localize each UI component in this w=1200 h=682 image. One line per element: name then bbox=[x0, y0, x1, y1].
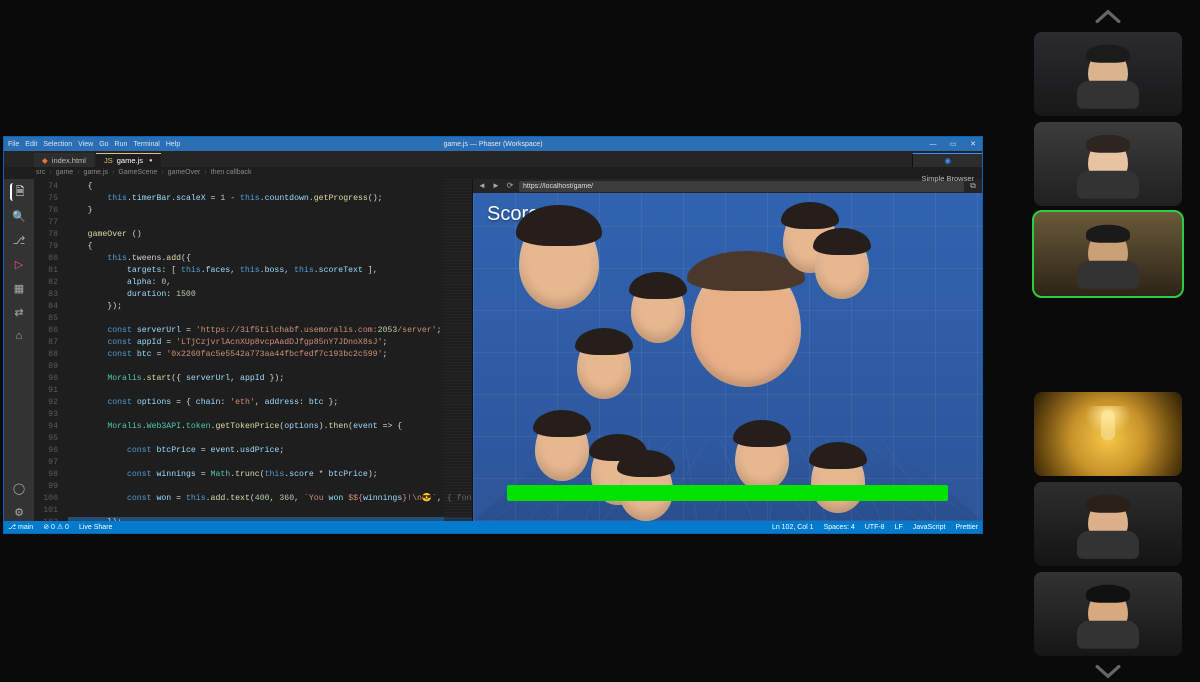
shared-screen-vscode: File Edit Selection View Go Run Terminal… bbox=[3, 136, 983, 534]
timer-bar bbox=[507, 485, 948, 501]
tab-label: Simple Browser bbox=[921, 172, 974, 186]
breadcrumb[interactable]: src› game› game.js› GameScene› gameOver›… bbox=[4, 167, 982, 179]
account-icon[interactable]: ◯ bbox=[10, 479, 28, 497]
activity-bar: 🗎 🔍 ⎇ ▷ ▦ ⇄ ⌂ ◯ ⚙ bbox=[4, 179, 34, 521]
menu-run[interactable]: Run bbox=[115, 141, 128, 148]
js-file-icon: ◆ bbox=[42, 154, 48, 168]
enemy-face[interactable] bbox=[631, 277, 685, 343]
participant-tile-active-speaker[interactable] bbox=[1034, 212, 1182, 296]
participant-tile[interactable] bbox=[1034, 572, 1182, 656]
participant-tile[interactable] bbox=[1034, 32, 1182, 116]
browser-url-input[interactable] bbox=[519, 181, 964, 192]
live-share-icon[interactable]: ⇄ bbox=[10, 303, 28, 321]
participants-scroll-up[interactable] bbox=[1034, 6, 1182, 26]
boss-face[interactable] bbox=[691, 261, 801, 387]
minimap[interactable] bbox=[444, 179, 472, 521]
participants-scroll-down[interactable] bbox=[1034, 662, 1182, 682]
status-eol[interactable]: LF bbox=[895, 524, 903, 531]
game-canvas[interactable]: Score: 0 bbox=[473, 193, 982, 521]
enemy-face[interactable] bbox=[577, 333, 631, 399]
tab-label: index.html bbox=[52, 154, 86, 168]
menu-terminal[interactable]: Terminal bbox=[133, 141, 159, 148]
search-icon[interactable]: 🔍 bbox=[10, 207, 28, 225]
menu-edit[interactable]: Edit bbox=[25, 141, 37, 148]
window-close-button[interactable]: ✕ bbox=[966, 140, 980, 148]
enemy-face[interactable] bbox=[811, 447, 865, 513]
menu-go[interactable]: Go bbox=[99, 141, 108, 148]
status-language[interactable]: JavaScript bbox=[913, 524, 946, 531]
window-buttons: — ▭ ✕ bbox=[926, 137, 980, 151]
status-problems[interactable]: ⊘ 0 ⚠ 0 bbox=[43, 523, 69, 531]
editor-tab-strip: ◆ index.html JS game.js ◉ Simple Browser… bbox=[4, 151, 982, 167]
participant-gap bbox=[1034, 302, 1182, 386]
participant-tile[interactable] bbox=[1034, 122, 1182, 206]
status-prettier[interactable]: Prettier bbox=[955, 524, 978, 531]
crumb[interactable]: game bbox=[56, 169, 74, 176]
enemy-face[interactable] bbox=[815, 233, 869, 299]
status-cursor[interactable]: Ln 102, Col 1 bbox=[772, 524, 814, 531]
participant-tile[interactable] bbox=[1034, 482, 1182, 566]
js-file-icon: JS bbox=[104, 154, 113, 168]
files-icon[interactable]: 🗎 bbox=[10, 183, 28, 201]
tab-game-js[interactable]: JS game.js bbox=[96, 153, 161, 167]
crumb[interactable]: GameScene bbox=[118, 169, 157, 176]
enemy-face[interactable] bbox=[519, 213, 599, 309]
window-minimize-button[interactable]: — bbox=[926, 141, 940, 148]
window-maximize-button[interactable]: ▭ bbox=[946, 140, 960, 148]
app-menu[interactable]: File Edit Selection View Go Run Terminal… bbox=[8, 137, 180, 151]
status-encoding[interactable]: UTF-8 bbox=[865, 524, 885, 531]
status-indent[interactable]: Spaces: 4 bbox=[824, 524, 855, 531]
simple-browser-pane: ◄ ► ⟳ ⧉ Score: 0 bbox=[472, 179, 982, 521]
browser-back-button[interactable]: ◄ bbox=[477, 181, 487, 191]
tab-label: game.js bbox=[117, 154, 143, 168]
status-branch[interactable]: ⎇ main bbox=[8, 523, 33, 531]
tab-index-html[interactable]: ◆ index.html bbox=[34, 153, 94, 167]
code-area[interactable]: { this.timerBar.scaleX = 1 - this.countd… bbox=[62, 179, 472, 521]
status-liveshare[interactable]: Live Share bbox=[79, 524, 112, 531]
chevron-down-icon bbox=[1095, 664, 1121, 680]
crumb[interactable]: gameOver bbox=[168, 169, 201, 176]
menu-help[interactable]: Help bbox=[166, 141, 180, 148]
participant-tile-avatar[interactable] bbox=[1034, 392, 1182, 476]
participant-strip bbox=[1034, 6, 1182, 682]
code-editor[interactable]: 7475767778798081828384858687888990919293… bbox=[34, 179, 472, 521]
crumb[interactable]: game.js bbox=[84, 169, 109, 176]
menu-view[interactable]: View bbox=[78, 141, 93, 148]
chevron-up-icon bbox=[1095, 8, 1121, 24]
tab-simple-browser[interactable]: ◉ Simple Browser × bbox=[912, 153, 982, 167]
menu-selection[interactable]: Selection bbox=[43, 141, 72, 148]
settings-gear-icon[interactable]: ⚙ bbox=[10, 503, 28, 521]
browser-forward-button[interactable]: ► bbox=[491, 181, 501, 191]
menu-file[interactable]: File bbox=[8, 141, 19, 148]
status-bar[interactable]: ⎇ main ⊘ 0 ⚠ 0 Live Share Ln 102, Col 1 … bbox=[4, 521, 982, 533]
browser-toolbar: ◄ ► ⟳ ⧉ bbox=[473, 179, 982, 193]
extensions-icon[interactable]: ▦ bbox=[10, 279, 28, 297]
source-control-icon[interactable]: ⎇ bbox=[10, 231, 28, 249]
crumb[interactable]: src bbox=[36, 169, 45, 176]
browser-reload-button[interactable]: ⟳ bbox=[505, 181, 515, 191]
window-titlebar[interactable]: File Edit Selection View Go Run Terminal… bbox=[4, 137, 982, 151]
run-debug-icon[interactable]: ▷ bbox=[10, 255, 28, 273]
crumb[interactable]: then callback bbox=[211, 169, 252, 176]
enemy-face[interactable] bbox=[735, 425, 789, 491]
remote-icon[interactable]: ⌂ bbox=[10, 327, 28, 345]
globe-icon: ◉ bbox=[944, 154, 951, 168]
line-number-gutter: 7475767778798081828384858687888990919293… bbox=[34, 179, 62, 521]
enemy-face[interactable] bbox=[535, 415, 589, 481]
window-title: game.js — Phaser (Workspace) bbox=[443, 141, 542, 148]
